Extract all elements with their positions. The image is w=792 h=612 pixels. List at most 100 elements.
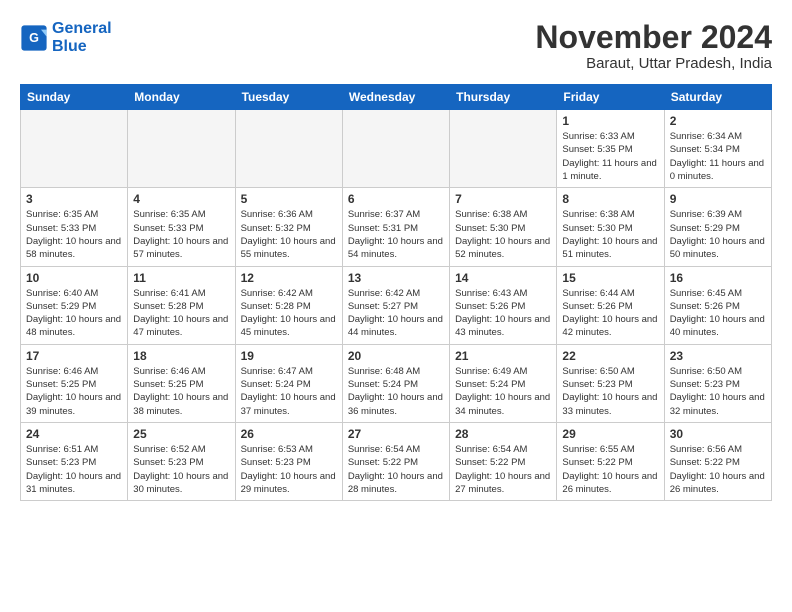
day-detail: Sunrise: 6:45 AMSunset: 5:26 PMDaylight:… — [670, 287, 766, 340]
page: G General Blue November 2024 Baraut, Utt… — [0, 0, 792, 612]
day-number: 26 — [241, 427, 337, 441]
day-detail: Sunrise: 6:48 AMSunset: 5:24 PMDaylight:… — [348, 365, 444, 418]
month-title: November 2024 — [535, 20, 772, 55]
day-number: 4 — [133, 192, 229, 206]
week-row-2: 3 Sunrise: 6:35 AMSunset: 5:33 PMDaylight… — [21, 188, 772, 266]
day-detail: Sunrise: 6:37 AMSunset: 5:31 PMDaylight:… — [348, 208, 444, 261]
svg-text:G: G — [29, 31, 39, 45]
cell-0-1 — [128, 110, 235, 188]
day-number: 17 — [26, 349, 122, 363]
header-wednesday: Wednesday — [342, 85, 449, 110]
cell-4-6: 30 Sunrise: 6:56 AMSunset: 5:22 PMDayligh… — [664, 422, 771, 500]
week-row-4: 17 Sunrise: 6:46 AMSunset: 5:25 PMDayligh… — [21, 344, 772, 422]
cell-3-3: 20 Sunrise: 6:48 AMSunset: 5:24 PMDayligh… — [342, 344, 449, 422]
cell-2-5: 15Sunrise: 6:44 AMSunset: 5:26 PMDayligh… — [557, 266, 664, 344]
day-detail: Sunrise: 6:54 AMSunset: 5:22 PMDaylight:… — [455, 443, 551, 496]
cell-2-3: 13 Sunrise: 6:42 AMSunset: 5:27 PMDayligh… — [342, 266, 449, 344]
week-row-3: 10 Sunrise: 6:40 AMSunset: 5:29 PMDayligh… — [21, 266, 772, 344]
day-number: 19 — [241, 349, 337, 363]
day-detail: Sunrise: 6:33 AMSunset: 5:35 PMDaylight:… — [562, 130, 658, 183]
day-detail: Sunrise: 6:49 AMSunset: 5:24 PMDaylight:… — [455, 365, 551, 418]
day-number: 27 — [348, 427, 444, 441]
day-detail: Sunrise: 6:40 AMSunset: 5:29 PMDaylight:… — [26, 287, 122, 340]
day-number: 9 — [670, 192, 766, 206]
day-number: 28 — [455, 427, 551, 441]
day-detail: Sunrise: 6:44 AMSunset: 5:26 PMDaylight:… — [562, 287, 658, 340]
calendar: Sunday Monday Tuesday Wednesday Thursday… — [20, 84, 772, 501]
day-detail: Sunrise: 6:53 AMSunset: 5:23 PMDaylight:… — [241, 443, 337, 496]
cell-2-6: 16 Sunrise: 6:45 AMSunset: 5:26 PMDayligh… — [664, 266, 771, 344]
header-sunday: Sunday — [21, 85, 128, 110]
day-number: 10 — [26, 271, 122, 285]
day-number: 5 — [241, 192, 337, 206]
day-number: 1 — [562, 114, 658, 128]
header-monday: Monday — [128, 85, 235, 110]
cell-1-3: 6Sunrise: 6:37 AMSunset: 5:31 PMDaylight… — [342, 188, 449, 266]
cell-4-3: 27 Sunrise: 6:54 AMSunset: 5:22 PMDayligh… — [342, 422, 449, 500]
day-number: 23 — [670, 349, 766, 363]
cell-0-3 — [342, 110, 449, 188]
cell-1-2: 5 Sunrise: 6:36 AMSunset: 5:32 PMDaylight… — [235, 188, 342, 266]
day-detail: Sunrise: 6:55 AMSunset: 5:22 PMDaylight:… — [562, 443, 658, 496]
cell-2-1: 11 Sunrise: 6:41 AMSunset: 5:28 PMDayligh… — [128, 266, 235, 344]
day-number: 12 — [241, 271, 337, 285]
day-number: 14 — [455, 271, 551, 285]
day-detail: Sunrise: 6:42 AMSunset: 5:28 PMDaylight:… — [241, 287, 337, 340]
day-detail: Sunrise: 6:51 AMSunset: 5:23 PMDaylight:… — [26, 443, 122, 496]
cell-1-1: 4 Sunrise: 6:35 AMSunset: 5:33 PMDaylight… — [128, 188, 235, 266]
day-detail: Sunrise: 6:54 AMSunset: 5:22 PMDaylight:… — [348, 443, 444, 496]
header-tuesday: Tuesday — [235, 85, 342, 110]
day-detail: Sunrise: 6:42 AMSunset: 5:27 PMDaylight:… — [348, 287, 444, 340]
header-thursday: Thursday — [450, 85, 557, 110]
day-detail: Sunrise: 6:38 AMSunset: 5:30 PMDaylight:… — [562, 208, 658, 261]
day-number: 20 — [348, 349, 444, 363]
logo: G General Blue — [20, 20, 112, 55]
cell-3-0: 17 Sunrise: 6:46 AMSunset: 5:25 PMDayligh… — [21, 344, 128, 422]
logo-text: General Blue — [52, 20, 112, 55]
day-number: 16 — [670, 271, 766, 285]
cell-2-4: 14 Sunrise: 6:43 AMSunset: 5:26 PMDayligh… — [450, 266, 557, 344]
day-number: 30 — [670, 427, 766, 441]
week-row-1: 1 Sunrise: 6:33 AMSunset: 5:35 PMDaylight… — [21, 110, 772, 188]
day-detail: Sunrise: 6:50 AMSunset: 5:23 PMDaylight:… — [670, 365, 766, 418]
cell-0-2 — [235, 110, 342, 188]
weekday-header-row: Sunday Monday Tuesday Wednesday Thursday… — [21, 85, 772, 110]
day-number: 24 — [26, 427, 122, 441]
cell-1-6: 9 Sunrise: 6:39 AMSunset: 5:29 PMDaylight… — [664, 188, 771, 266]
header-saturday: Saturday — [664, 85, 771, 110]
day-number: 22 — [562, 349, 658, 363]
day-detail: Sunrise: 6:35 AMSunset: 5:33 PMDaylight:… — [133, 208, 229, 261]
day-detail: Sunrise: 6:43 AMSunset: 5:26 PMDaylight:… — [455, 287, 551, 340]
day-number: 2 — [670, 114, 766, 128]
day-number: 18 — [133, 349, 229, 363]
week-row-5: 24 Sunrise: 6:51 AMSunset: 5:23 PMDayligh… — [21, 422, 772, 500]
day-number: 8 — [562, 192, 658, 206]
day-detail: Sunrise: 6:35 AMSunset: 5:33 PMDaylight:… — [26, 208, 122, 261]
cell-1-0: 3 Sunrise: 6:35 AMSunset: 5:33 PMDaylight… — [21, 188, 128, 266]
cell-1-5: 8 Sunrise: 6:38 AMSunset: 5:30 PMDaylight… — [557, 188, 664, 266]
day-number: 7 — [455, 192, 551, 206]
day-detail: Sunrise: 6:46 AMSunset: 5:25 PMDaylight:… — [26, 365, 122, 418]
cell-0-0 — [21, 110, 128, 188]
cell-3-2: 19Sunrise: 6:47 AMSunset: 5:24 PMDayligh… — [235, 344, 342, 422]
cell-4-1: 25Sunrise: 6:52 AMSunset: 5:23 PMDayligh… — [128, 422, 235, 500]
day-number: 11 — [133, 271, 229, 285]
cell-3-5: 22 Sunrise: 6:50 AMSunset: 5:23 PMDayligh… — [557, 344, 664, 422]
header: G General Blue November 2024 Baraut, Utt… — [20, 20, 772, 72]
cell-0-6: 2 Sunrise: 6:34 AMSunset: 5:34 PMDaylight… — [664, 110, 771, 188]
cell-2-2: 12 Sunrise: 6:42 AMSunset: 5:28 PMDayligh… — [235, 266, 342, 344]
day-detail: Sunrise: 6:36 AMSunset: 5:32 PMDaylight:… — [241, 208, 337, 261]
day-detail: Sunrise: 6:50 AMSunset: 5:23 PMDaylight:… — [562, 365, 658, 418]
cell-0-4 — [450, 110, 557, 188]
day-detail: Sunrise: 6:56 AMSunset: 5:22 PMDaylight:… — [670, 443, 766, 496]
day-number: 29 — [562, 427, 658, 441]
cell-2-0: 10 Sunrise: 6:40 AMSunset: 5:29 PMDayligh… — [21, 266, 128, 344]
day-number: 13 — [348, 271, 444, 285]
logo-line2: Blue — [52, 38, 87, 55]
day-number: 3 — [26, 192, 122, 206]
subtitle: Baraut, Uttar Pradesh, India — [535, 55, 772, 72]
day-detail: Sunrise: 6:34 AMSunset: 5:34 PMDaylight:… — [670, 130, 766, 183]
day-detail: Sunrise: 6:41 AMSunset: 5:28 PMDaylight:… — [133, 287, 229, 340]
cell-3-4: 21Sunrise: 6:49 AMSunset: 5:24 PMDayligh… — [450, 344, 557, 422]
day-detail: Sunrise: 6:39 AMSunset: 5:29 PMDaylight:… — [670, 208, 766, 261]
